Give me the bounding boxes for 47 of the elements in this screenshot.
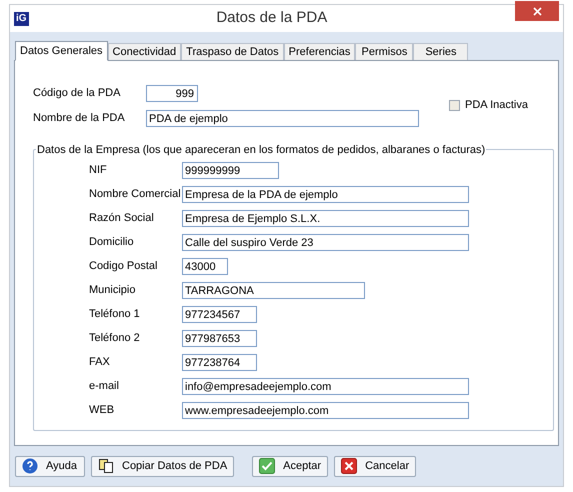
input-field[interactable]: TARRAGONA <box>182 282 365 299</box>
input-field[interactable]: 43000 <box>182 258 228 275</box>
tab[interactable]: Conectividad <box>108 43 182 60</box>
field-label: FAX <box>89 355 111 370</box>
input-field[interactable]: 999 <box>146 85 198 102</box>
field-label: Teléfono 1 <box>89 307 141 322</box>
input-field[interactable]: Calle del suspiro Verde 23 <box>182 234 469 251</box>
field-label: WEB <box>89 403 116 418</box>
close-button[interactable] <box>515 1 559 21</box>
help-icon <box>22 458 38 474</box>
field-label: e-mail <box>89 379 120 394</box>
field-label: NIF <box>89 163 108 178</box>
input-field[interactable]: Empresa de Ejemplo S.L.X. <box>182 210 469 227</box>
field-label: Municipio <box>89 283 136 298</box>
tab[interactable]: Permisos <box>355 43 414 60</box>
checkmark-icon <box>259 458 276 474</box>
checkbox[interactable] <box>449 100 460 110</box>
copy-icon <box>98 458 114 474</box>
checkbox-label: PDA Inactiva <box>465 98 528 113</box>
tab[interactable]: Preferencias <box>284 43 356 60</box>
input-field[interactable]: www.empresadeejemplo.com <box>182 402 469 419</box>
tab[interactable]: Traspaso de Datos <box>181 43 284 60</box>
input-field[interactable]: 977234567 <box>182 306 257 323</box>
close-icon <box>341 458 358 474</box>
field-label: Nombre Comercial <box>89 187 182 202</box>
cancel-button[interactable]: Cancelar <box>334 456 416 476</box>
app-logo: iG <box>14 12 29 26</box>
field-label: Razón Social <box>89 211 155 226</box>
input-field[interactable]: 977238764 <box>182 354 257 371</box>
input-field[interactable]: PDA de ejemplo <box>146 110 419 127</box>
input-field[interactable]: 999999999 <box>182 162 279 179</box>
field-label: Teléfono 2 <box>89 331 141 346</box>
window-title: Datos de la PDA <box>215 8 328 28</box>
input-field[interactable]: info@empresadeejemplo.com <box>182 378 469 395</box>
help-button[interactable]: Ayuda <box>15 456 85 476</box>
tab[interactable]: Datos Generales <box>15 41 108 61</box>
input-field[interactable]: Empresa de la PDA de ejemplo <box>182 186 469 203</box>
accept-button[interactable]: Aceptar <box>252 456 328 476</box>
field-label: Domicilio <box>89 235 135 250</box>
tab[interactable]: Series <box>413 43 468 60</box>
field-label: Codigo Postal <box>89 259 158 274</box>
input-field[interactable]: 977987653 <box>182 330 257 347</box>
field-label: Código de la PDA <box>33 86 122 102</box>
group-title: Datos de la Empresa (los que apareceran en los formatos de pedidos, albaranes o facturas) <box>36 142 486 158</box>
copy-button[interactable]: Copiar Datos de PDA <box>91 456 234 476</box>
close-icon <box>532 6 542 16</box>
field-label: Nombre de la PDA <box>33 111 126 126</box>
